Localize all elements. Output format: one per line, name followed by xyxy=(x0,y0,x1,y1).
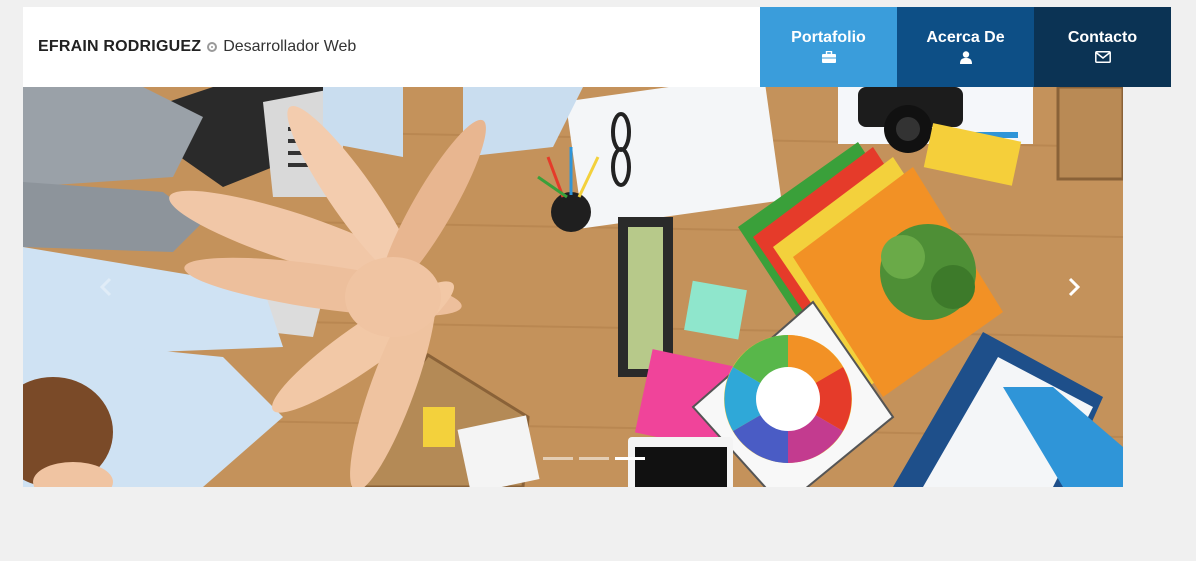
nav-label-acerca: Acerca De xyxy=(926,29,1005,46)
chevron-left-icon xyxy=(99,277,112,297)
brand-name: EFRAIN RODRIGUEZ xyxy=(38,38,202,55)
site-header: EFRAIN RODRIGUEZ Desarrollador Web Porta… xyxy=(23,7,1171,87)
envelope-icon xyxy=(1094,50,1111,64)
chevron-right-icon xyxy=(1068,277,1081,297)
carousel-indicator[interactable] xyxy=(543,457,573,460)
target-icon xyxy=(207,42,218,52)
user-icon xyxy=(959,50,972,64)
carousel-indicators xyxy=(543,457,645,460)
carousel-prev-button[interactable] xyxy=(99,277,113,302)
hero-carousel xyxy=(23,87,1123,487)
nav-label-contacto: Contacto xyxy=(1067,29,1138,46)
carousel-indicator[interactable] xyxy=(579,457,609,460)
nav-label-portafolio: Portafolio xyxy=(791,29,866,46)
carousel-next-button[interactable] xyxy=(1067,277,1081,302)
brand-role: Desarrollador Web xyxy=(223,38,357,55)
nav-acerca[interactable]: Acerca De xyxy=(897,7,1034,87)
briefcase-icon xyxy=(821,50,836,64)
nav-contacto[interactable]: Contacto xyxy=(1034,7,1171,87)
nav-portafolio[interactable]: Portafolio xyxy=(760,7,897,87)
main-nav: Portafolio Acerca De Contacto xyxy=(760,7,1171,87)
carousel-indicator-active[interactable] xyxy=(615,457,645,460)
hero-teamwork-photo xyxy=(23,87,1123,487)
brand[interactable]: EFRAIN RODRIGUEZ Desarrollador Web xyxy=(38,7,356,87)
